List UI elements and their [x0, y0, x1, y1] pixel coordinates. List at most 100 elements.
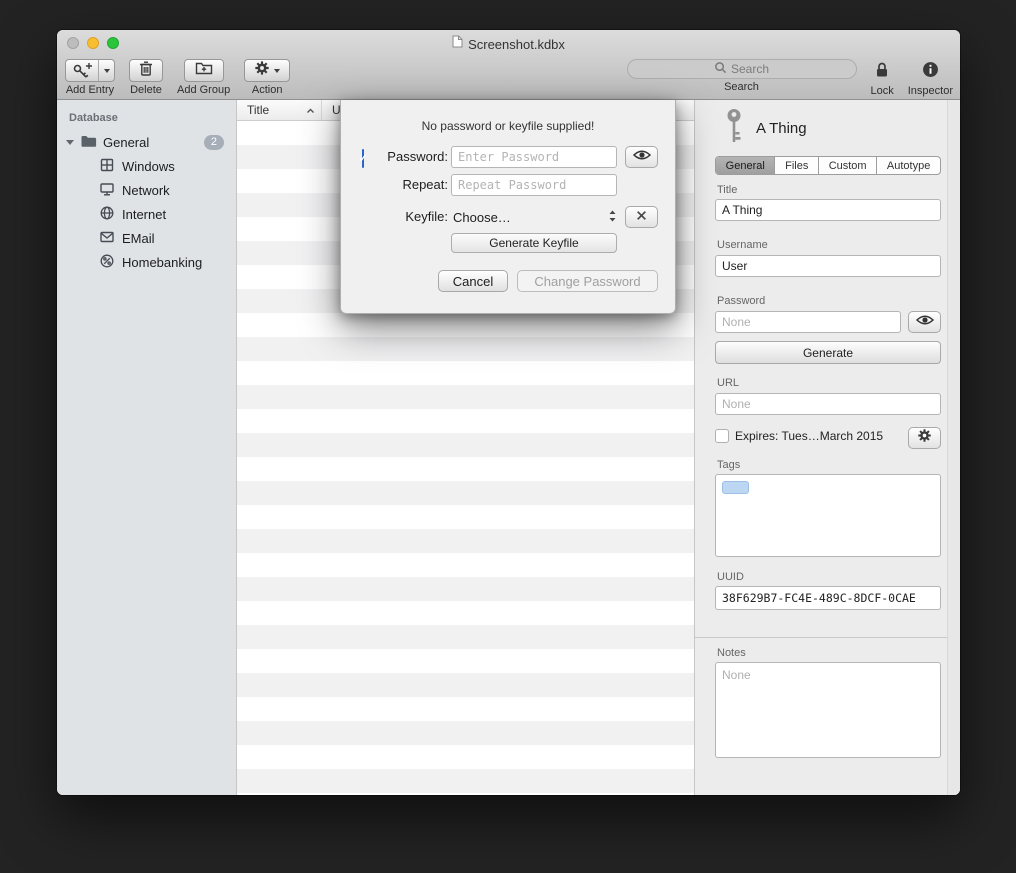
folder-plus-icon	[195, 61, 213, 80]
action-label: Action	[252, 84, 283, 96]
delete-label: Delete	[130, 84, 162, 96]
gear-icon	[254, 60, 270, 81]
search-input[interactable]: Search	[627, 59, 857, 79]
inspector-scrollbar[interactable]	[947, 100, 960, 795]
sidebar-item-homebanking[interactable]: Homebanking	[57, 250, 236, 274]
stepper-icon	[608, 208, 617, 227]
tab-custom[interactable]: Custom	[819, 157, 877, 174]
tags-field-label: Tags	[717, 459, 740, 471]
cancel-button[interactable]: Cancel	[438, 270, 508, 292]
email-icon	[99, 229, 115, 248]
homebanking-icon	[99, 253, 115, 272]
tab-autotype[interactable]: Autotype	[877, 157, 940, 174]
repeat-label: Repeat:	[341, 174, 448, 196]
count-badge: 2	[204, 135, 224, 150]
add-entry-button[interactable]	[65, 59, 115, 82]
title-field-label: Title	[717, 184, 737, 196]
reveal-password-button[interactable]	[625, 146, 658, 168]
search-placeholder: Search	[731, 62, 769, 76]
sidebar-item-windows[interactable]: Windows	[57, 154, 236, 178]
disclosure-triangle-icon[interactable]	[66, 140, 74, 145]
document-icon	[452, 35, 463, 53]
toolbar: Add Entry Delete	[65, 56, 953, 100]
sidebar-item-email[interactable]: EMail	[57, 226, 236, 250]
tab-general[interactable]: General	[716, 157, 775, 174]
sidebar-item-label: Homebanking	[122, 255, 202, 270]
divider	[695, 637, 960, 638]
keyfile-label: Keyfile:	[341, 206, 448, 228]
chevron-down-icon[interactable]	[99, 60, 114, 81]
key-icon	[725, 108, 743, 149]
network-icon	[99, 181, 115, 200]
tag-token[interactable]	[722, 481, 749, 494]
delete-button[interactable]	[129, 59, 163, 82]
lock-label: Lock	[871, 85, 894, 97]
lock-button[interactable]	[874, 60, 890, 83]
add-entry-label: Add Entry	[66, 84, 114, 96]
sidebar-header: Database	[57, 108, 236, 130]
entry-title: A Thing	[756, 120, 807, 137]
sidebar-item-label: Network	[122, 183, 170, 198]
eye-icon	[633, 148, 651, 166]
keyfile-popup[interactable]: Choose…	[453, 206, 617, 228]
window-header: Screenshot.kdbx Add Entry	[57, 30, 960, 100]
expires-checkbox[interactable]	[715, 429, 729, 443]
url-field-label: URL	[717, 377, 739, 389]
tags-field[interactable]	[715, 474, 941, 557]
desktop: Screenshot.kdbx Add Entry	[0, 0, 1016, 873]
gear-icon	[917, 428, 932, 448]
sort-ascending-icon	[306, 103, 315, 117]
sidebar-item-network[interactable]: Network	[57, 178, 236, 202]
trash-icon	[139, 60, 153, 81]
sidebar-item-label: Internet	[122, 207, 166, 222]
add-group-button[interactable]	[184, 59, 224, 82]
repeat-input[interactable]	[451, 174, 617, 196]
uuid-field-label: UUID	[717, 571, 744, 583]
keyfile-popup-value: Choose…	[453, 210, 511, 225]
dialog-message: No password or keyfile supplied!	[341, 119, 675, 133]
search-icon	[714, 61, 727, 77]
uuid-field[interactable]	[715, 586, 941, 610]
password-field[interactable]	[715, 311, 901, 333]
sidebar: Database General 2 Windows	[57, 100, 237, 795]
padlock-icon	[874, 61, 890, 83]
notes-field-label: Notes	[717, 647, 746, 659]
sidebar-group-general[interactable]: General 2	[57, 130, 236, 154]
username-field-label: Username	[717, 239, 768, 251]
sidebar-item-label: Windows	[122, 159, 175, 174]
chevron-down-icon	[274, 69, 280, 73]
inspector-label: Inspector	[908, 85, 953, 97]
folder-icon	[80, 134, 97, 151]
title-field[interactable]	[715, 199, 941, 221]
info-icon	[922, 61, 939, 83]
generate-password-button[interactable]: Generate	[715, 341, 941, 364]
action-button[interactable]	[244, 59, 290, 82]
column-header-title[interactable]: Title	[237, 100, 322, 120]
password-field-label: Password	[717, 295, 765, 307]
clear-keyfile-button[interactable]	[625, 206, 658, 228]
inspector-button[interactable]	[922, 60, 939, 83]
reveal-password-button[interactable]	[908, 311, 941, 333]
internet-icon	[99, 205, 115, 224]
column-title-label: Title	[247, 103, 269, 117]
sidebar-item-internet[interactable]: Internet	[57, 202, 236, 226]
search-label: Search	[724, 81, 759, 93]
notes-field[interactable]	[715, 662, 941, 758]
tab-files[interactable]: Files	[775, 157, 819, 174]
add-group-label: Add Group	[177, 84, 230, 96]
sidebar-item-label: EMail	[122, 231, 155, 246]
password-input[interactable]	[451, 146, 617, 168]
username-field[interactable]	[715, 255, 941, 277]
window-title: Screenshot.kdbx	[468, 37, 565, 52]
url-field[interactable]	[715, 393, 941, 415]
inspector-panel: A Thing General Files Custom Autotype Ti…	[695, 100, 960, 795]
close-x-icon	[636, 208, 647, 226]
inspector-tabs: General Files Custom Autotype	[715, 156, 941, 175]
entry-header: A Thing	[725, 110, 807, 146]
key-plus-icon	[66, 60, 99, 81]
generate-keyfile-button[interactable]: Generate Keyfile	[451, 233, 617, 253]
change-password-button[interactable]: Change Password	[517, 270, 658, 292]
change-password-dialog: No password or keyfile supplied! Passwor…	[340, 100, 676, 314]
expires-settings-button[interactable]	[908, 427, 941, 449]
windows-icon	[99, 157, 115, 176]
